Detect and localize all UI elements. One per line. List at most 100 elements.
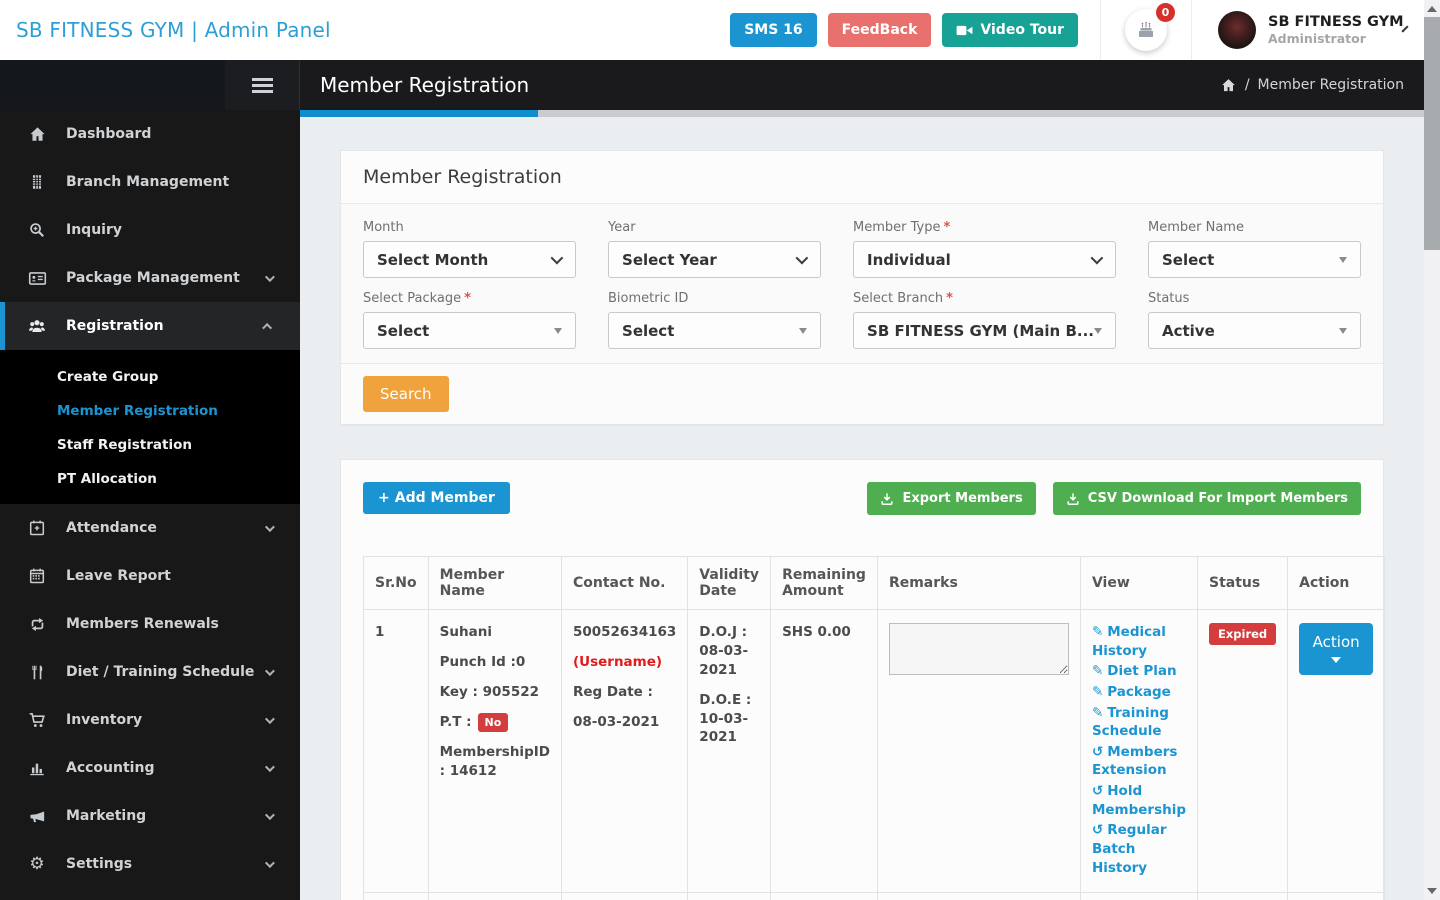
year-label: Year	[608, 220, 636, 235]
sidebar-item-members-renewals[interactable]: Members Renewals	[0, 600, 300, 648]
registration-submenu: Create Group Member Registration Staff R…	[0, 350, 300, 504]
cell-srno: 2	[363, 892, 429, 900]
chevron-down-icon	[264, 521, 275, 532]
branch-select[interactable]: SB FITNESS GYM (Main B...	[853, 312, 1116, 349]
user-menu[interactable]: SB FITNESS GYM Administrator	[1192, 11, 1424, 49]
sms-button[interactable]: SMS 16	[730, 13, 817, 47]
export-members-button[interactable]: Export Members	[867, 482, 1036, 515]
history-icon: ↺	[1091, 783, 1104, 799]
sidebar-item-diet-training-schedule[interactable]: Diet / Training Schedule	[0, 648, 300, 696]
body-row: Dashboard Branch Management Inquiry Pack…	[0, 110, 1424, 900]
add-member-button[interactable]: + Add Member	[363, 482, 510, 514]
cell-remaining: SHS 600.00	[770, 892, 878, 900]
chevron-down-icon	[264, 665, 275, 676]
sidebar-item-leave-report[interactable]: Leave Report	[0, 552, 300, 600]
sidebar-item-registration[interactable]: Registration	[0, 302, 300, 350]
cell-status: Expired	[1196, 608, 1289, 894]
package-link[interactable]: ✎ Package	[1092, 683, 1186, 702]
feedback-button[interactable]: FeedBack	[827, 13, 932, 47]
search-button[interactable]: Search	[363, 376, 449, 412]
page-scroll-area[interactable]: Member Registration Month Select Month Y…	[300, 117, 1424, 900]
breadcrumb-home-link[interactable]	[1220, 77, 1237, 94]
submenu-item-member-registration[interactable]: Member Registration	[0, 394, 300, 428]
col-member-name: Member Name	[427, 556, 562, 610]
chevron-down-icon	[264, 809, 275, 820]
cell-view: ✎Medical History	[1079, 892, 1199, 900]
biometric-id-select[interactable]: Select	[608, 312, 822, 349]
sidebar-item-partial[interactable]	[0, 888, 300, 900]
notification-count-badge: 0	[1156, 3, 1175, 22]
sidebar-item-inquiry[interactable]: Inquiry	[0, 206, 300, 254]
birthday-notification-button[interactable]: 0	[1125, 3, 1175, 51]
field-month: Month Select Month	[363, 220, 577, 278]
avatar	[1218, 11, 1256, 49]
members-extension-link[interactable]: ↺ Members Extension	[1092, 743, 1186, 780]
status-select[interactable]: Active	[1147, 312, 1361, 349]
hold-membership-link[interactable]: ↺ Hold Membership	[1092, 782, 1186, 819]
col-view: View	[1079, 556, 1199, 610]
sidebar-item-attendance[interactable]: Attendance	[0, 504, 300, 552]
scrollbar-up-arrow[interactable]	[1427, 6, 1437, 12]
regular-batch-history-link[interactable]: ↺ Regular Batch History	[1092, 821, 1186, 877]
col-remarks: Remarks	[876, 556, 1081, 610]
video-tour-label: Video Tour	[980, 22, 1064, 38]
sidebar-item-accounting[interactable]: Accounting	[0, 744, 300, 792]
hamburger-icon	[251, 77, 273, 81]
filter-card-header: Member Registration	[341, 151, 1383, 204]
cell-remarks: lk;	[876, 892, 1081, 900]
scrollbar-thumb[interactable]	[1424, 17, 1440, 250]
app-logo[interactable]: SB FITNESS GYM | Admin Panel	[16, 18, 331, 42]
scrollbar-down-arrow[interactable]	[1427, 888, 1437, 894]
edit-icon: ✎	[1091, 624, 1104, 640]
sidebar-item-settings[interactable]: ⚙ Settings	[0, 840, 300, 888]
bar-chart-icon	[26, 759, 48, 777]
year-select[interactable]: Select Year	[608, 241, 822, 278]
sidebar-item-marketing[interactable]: Marketing	[0, 792, 300, 840]
export-buttons: Export Members CSV Download For Import M…	[867, 482, 1361, 515]
chevron-down-icon	[264, 857, 275, 868]
browser-scrollbar[interactable]	[1424, 0, 1440, 900]
user-name: SB FITNESS GYM	[1268, 14, 1404, 31]
remarks-textarea[interactable]	[888, 623, 1069, 675]
filter-card: Member Registration Month Select Month Y…	[340, 150, 1384, 425]
calendar-plus-icon	[26, 519, 48, 537]
chevron-down-icon	[264, 761, 275, 772]
submenu-item-create-group[interactable]: Create Group	[0, 360, 300, 394]
month-select[interactable]: Select Month	[363, 241, 577, 278]
members-table: Sr.No Member Name Contact No. Validity D…	[363, 556, 1386, 900]
app-root: SB FITNESS GYM | Admin Panel SMS 16 Feed…	[0, 0, 1440, 900]
submenu-item-staff-registration[interactable]: Staff Registration	[0, 428, 300, 462]
diet-plan-link[interactable]: ✎ Diet Plan	[1092, 662, 1186, 681]
field-year: Year Select Year	[608, 220, 822, 278]
sidebar-item-inventory[interactable]: Inventory	[0, 696, 300, 744]
medical-history-link[interactable]: ✎ Medical History	[1092, 623, 1186, 660]
cell-validity: D.O.J : 08-03-2021 D.O.E : 10-03-2021	[687, 608, 772, 894]
member-name-select[interactable]: Select	[1147, 241, 1361, 278]
training-schedule-link[interactable]: ✎ Training Schedule	[1092, 704, 1186, 741]
chevron-up-icon	[262, 322, 273, 333]
submenu-item-pt-allocation[interactable]: PT Allocation	[0, 462, 300, 496]
chevron-down-icon	[550, 251, 564, 265]
sidebar-item-branch-management[interactable]: Branch Management	[0, 158, 300, 206]
sidebar-item-dashboard[interactable]: Dashboard	[0, 110, 300, 158]
video-camera-icon	[956, 24, 973, 37]
member-type-select[interactable]: Individual	[853, 241, 1116, 278]
members-toolbar: + Add Member Export Members CSV Download…	[363, 482, 1361, 515]
action-button[interactable]: Action	[1299, 623, 1374, 675]
sidebar-item-package-management[interactable]: Package Management	[0, 254, 300, 302]
plus-icon: +	[378, 490, 390, 506]
topbar: SB FITNESS GYM | Admin Panel SMS 16 Feed…	[0, 0, 1424, 60]
member-name-label: Member Name	[1147, 220, 1244, 235]
username-link[interactable]: (Username)	[573, 653, 676, 672]
edit-icon: ✎	[1091, 663, 1104, 680]
sidebar-toggle-button[interactable]	[225, 60, 300, 110]
video-tour-button[interactable]: Video Tour	[942, 13, 1078, 47]
csv-download-button[interactable]: CSV Download For Import Members	[1052, 482, 1361, 515]
col-contact: Contact No.	[560, 556, 689, 610]
pt-badge: No	[477, 712, 509, 733]
package-select[interactable]: Select	[363, 312, 577, 349]
cell-status: Expired	[1196, 892, 1289, 900]
page-header: Member Registration / Member Registratio…	[0, 60, 1424, 110]
history-icon: ↺	[1091, 822, 1104, 839]
col-status: Status	[1196, 556, 1289, 610]
